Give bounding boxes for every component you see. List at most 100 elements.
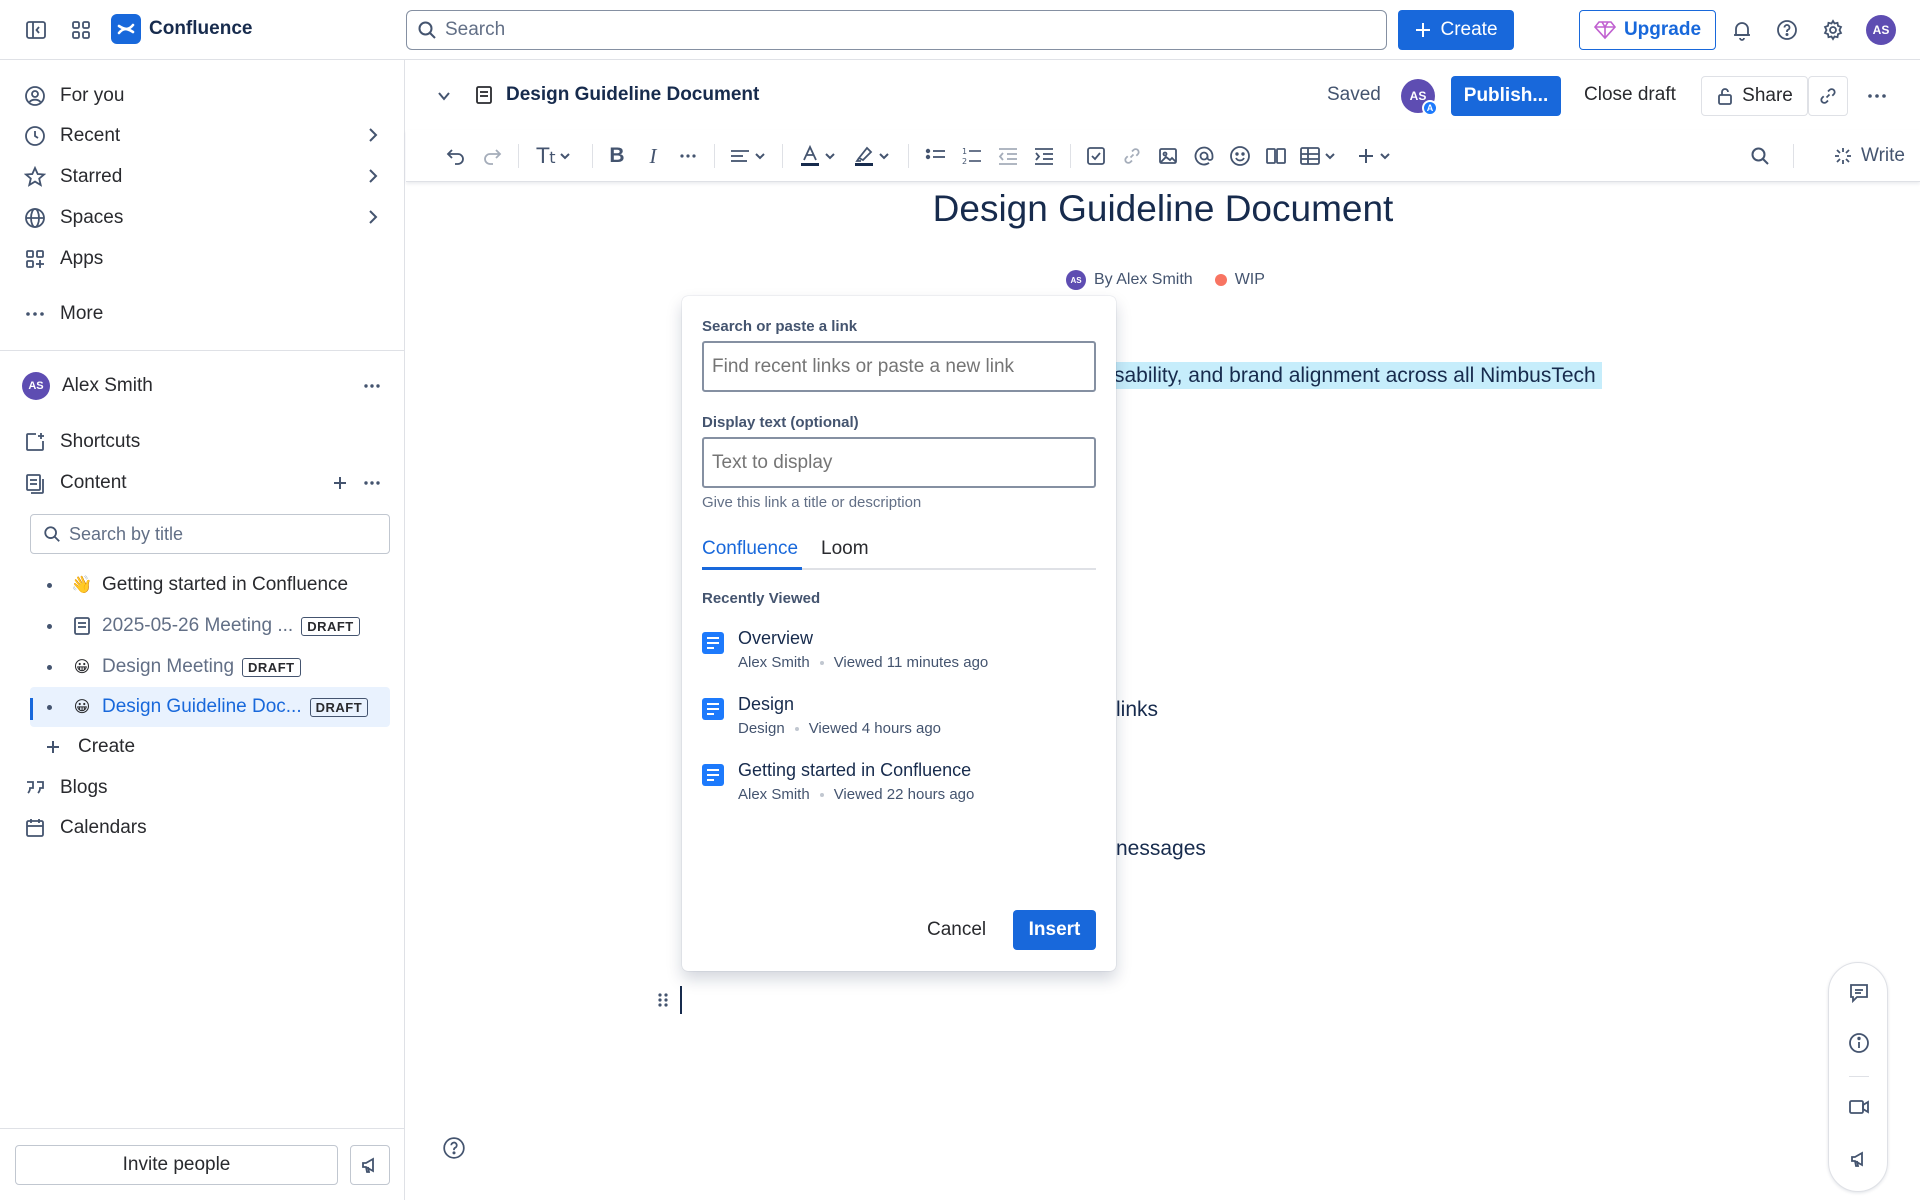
display-text-input[interactable] <box>702 437 1096 488</box>
chevron-right-icon[interactable] <box>362 207 382 227</box>
help-icon[interactable] <box>1771 14 1803 46</box>
comment-icon[interactable] <box>1845 979 1873 1007</box>
recent-link-item[interactable]: Overview Alex Smith Viewed 11 minutes ag… <box>702 628 1096 684</box>
undo-icon[interactable] <box>442 142 470 170</box>
content-more-icon[interactable] <box>362 473 382 493</box>
editor-help-icon[interactable] <box>442 1136 466 1160</box>
link-icon[interactable] <box>1118 142 1146 170</box>
sidebar-create-page[interactable]: Create <box>40 729 380 765</box>
document-title[interactable]: Design Guideline Document <box>406 188 1920 230</box>
find-search-icon[interactable] <box>1746 142 1774 170</box>
sidebar-toggle-icon[interactable] <box>20 14 52 46</box>
tree-item-getting-started[interactable]: 👋 Getting started in Confluence <box>30 565 390 605</box>
document-list-item[interactable]: links <box>1116 698 1158 722</box>
bold-icon[interactable]: B <box>604 142 630 170</box>
italic-icon[interactable]: I <box>640 142 666 170</box>
user-avatar[interactable]: AS <box>1866 15 1896 45</box>
insert-dropdown[interactable] <box>1352 142 1396 170</box>
tree-item-design-meeting[interactable]: 😀 Design Meeting DRAFT <box>30 647 390 687</box>
invite-people-button[interactable]: Invite people <box>15 1145 338 1185</box>
sidebar-item-starred[interactable]: Starred <box>22 159 392 195</box>
document-paragraph[interactable]: sability, and brand alignment across all… <box>1108 362 1602 389</box>
chevron-right-icon[interactable] <box>362 166 382 186</box>
announcement-megaphone-icon[interactable] <box>1845 1145 1873 1173</box>
recent-link-meta: Alex Smith Viewed 11 minutes ago <box>738 654 988 671</box>
sidebar-item-label: Apps <box>60 248 104 269</box>
status-label[interactable]: WIP <box>1235 271 1265 289</box>
share-button[interactable]: Share <box>1701 76 1808 116</box>
create-button[interactable]: Create <box>1398 10 1514 50</box>
redo-icon[interactable] <box>478 142 506 170</box>
search-link-input[interactable] <box>702 341 1096 392</box>
highlight-dropdown[interactable] <box>852 142 892 170</box>
global-search-input[interactable]: Search <box>406 10 1387 50</box>
more-formatting-icon[interactable] <box>674 142 702 170</box>
search-by-title-input[interactable]: Search by title <box>30 514 390 554</box>
collaborator-avatar[interactable]: AS A <box>1401 79 1438 116</box>
more-actions-icon[interactable] <box>1866 86 1888 106</box>
space-more-icon[interactable] <box>362 376 382 396</box>
tab-loom[interactable]: Loom <box>821 538 869 560</box>
recent-link-item[interactable]: Design Design Viewed 4 hours ago <box>702 694 1096 750</box>
info-icon[interactable] <box>1845 1029 1873 1057</box>
copy-link-icon[interactable] <box>1808 76 1848 116</box>
quote-icon <box>22 775 48 801</box>
recent-link-meta: Alex Smith Viewed 22 hours ago <box>738 786 974 803</box>
image-icon[interactable] <box>1154 142 1182 170</box>
recent-link-item[interactable]: Getting started in Confluence Alex Smith… <box>702 760 1096 816</box>
alignment-dropdown[interactable] <box>726 142 770 170</box>
page-breadcrumb-title[interactable]: Design Guideline Document <box>474 84 759 106</box>
upgrade-button[interactable]: Upgrade <box>1579 10 1716 50</box>
sidebar-item-label: Starred <box>60 166 123 187</box>
drag-handle-icon[interactable] <box>656 990 670 1010</box>
outdent-icon[interactable] <box>994 142 1022 170</box>
close-draft-button[interactable]: Close draft <box>1584 84 1676 106</box>
columns-layout-icon[interactable] <box>1262 142 1290 170</box>
indent-icon[interactable] <box>1030 142 1058 170</box>
table-icon <box>1300 147 1320 165</box>
sidebar-item-for-you[interactable]: For you <box>22 78 392 114</box>
tab-confluence[interactable]: Confluence <box>702 538 798 560</box>
sidebar-item-more[interactable]: More <box>22 296 392 332</box>
upgrade-button-label: Upgrade <box>1623 19 1702 40</box>
chevron-right-icon[interactable] <box>362 125 382 145</box>
settings-gear-icon[interactable] <box>1817 14 1849 46</box>
sidebar-item-apps[interactable]: Apps <box>22 241 392 277</box>
sidebar-item-spaces[interactable]: Spaces <box>22 200 392 236</box>
insert-button[interactable]: Insert <box>1013 910 1096 950</box>
sidebar-item-content[interactable]: Content <box>22 465 392 501</box>
recent-link-owner: Design <box>738 720 785 737</box>
insert-link-dialog: Search or paste a link Display text (opt… <box>682 296 1116 971</box>
emoji-icon[interactable] <box>1226 142 1254 170</box>
notifications-bell-icon[interactable] <box>1726 14 1758 46</box>
mention-icon[interactable] <box>1190 142 1218 170</box>
publish-button[interactable]: Publish... <box>1451 76 1561 116</box>
draft-badge: DRAFT <box>301 616 360 636</box>
cancel-button[interactable]: Cancel <box>927 919 986 941</box>
tree-item-design-guideline[interactable]: 😀 Design Guideline Doc... DRAFT <box>30 687 390 727</box>
text-style-dropdown[interactable]: Tt <box>532 142 576 170</box>
checkbox-icon[interactable] <box>1082 142 1110 170</box>
add-content-icon[interactable] <box>330 473 350 493</box>
chevron-down-icon[interactable] <box>434 86 454 106</box>
smiley-emoji: 😀 <box>73 699 91 716</box>
space-header[interactable]: AS Alex Smith <box>22 368 392 404</box>
feedback-megaphone-icon[interactable] <box>350 1145 390 1185</box>
tree-item-meeting[interactable]: 2025-05-26 Meeting ... DRAFT <box>30 606 390 646</box>
toolbar-separator <box>592 144 593 168</box>
align-left-icon <box>731 150 749 162</box>
write-mode-button[interactable]: Write <box>1826 142 1912 170</box>
bullet-list-icon[interactable] <box>922 142 950 170</box>
sidebar-item-calendars[interactable]: Calendars <box>22 810 392 846</box>
confluence-logo[interactable]: Confluence <box>111 14 252 44</box>
sidebar-item-blogs[interactable]: Blogs <box>22 770 392 806</box>
sidebar-item-recent[interactable]: Recent <box>22 118 392 154</box>
document-list-item[interactable]: nessages <box>1116 837 1206 861</box>
video-icon[interactable] <box>1845 1093 1873 1121</box>
sidebar-item-shortcuts[interactable]: Shortcuts <box>22 424 392 460</box>
meta-separator <box>819 792 824 797</box>
app-switcher-icon[interactable] <box>65 14 97 46</box>
text-color-dropdown[interactable] <box>798 142 838 170</box>
numbered-list-icon[interactable]: 12 <box>958 142 986 170</box>
table-dropdown[interactable] <box>1296 142 1340 170</box>
